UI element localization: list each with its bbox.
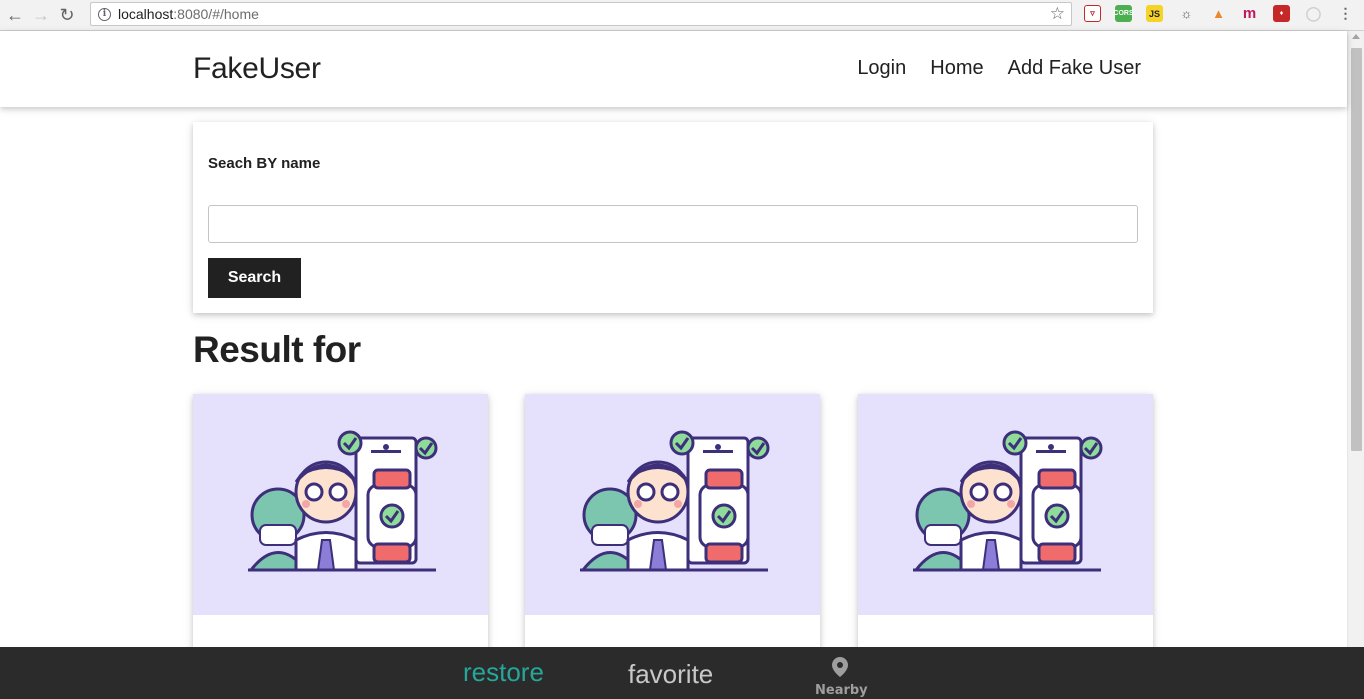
js-extension-icon[interactable]: JS — [1146, 5, 1163, 22]
user-illustration — [858, 394, 1153, 615]
nav-login-link[interactable]: Login — [857, 57, 906, 80]
puzzle-extension-icon[interactable]: ♦ — [1273, 5, 1290, 22]
address-bar[interactable]: i localhost:8080/#/home ☆ — [90, 2, 1072, 26]
bottom-nav-restore[interactable]: restore — [463, 657, 544, 688]
nav-add-fake-user-link[interactable]: Add Fake User — [1008, 57, 1141, 80]
info-icon[interactable]: i — [98, 7, 111, 21]
user-card[interactable] — [193, 394, 488, 654]
app-header: FakeUser Login Home Add Fake User — [0, 31, 1347, 107]
nav-home-link[interactable]: Home — [930, 57, 983, 80]
user-card[interactable] — [525, 394, 820, 654]
disabled-extension-icon[interactable]: ◯ — [1305, 5, 1322, 22]
menu-icon[interactable]: ⋮ — [1337, 5, 1354, 22]
result-heading: Result for — [193, 329, 361, 370]
bottom-nav-nearby-label: Nearby — [815, 683, 868, 698]
reload-icon[interactable]: ↻ — [56, 4, 78, 26]
scrollbar-thumb[interactable] — [1351, 48, 1362, 451]
search-input[interactable] — [208, 205, 1138, 243]
bottom-nav: restore favorite Nearby — [0, 647, 1364, 699]
user-card[interactable] — [858, 394, 1153, 654]
doctor-illustration-icon — [912, 430, 1102, 571]
url-host: localhost — [118, 6, 174, 22]
url-text: localhost:8080/#/home — [118, 6, 259, 22]
url-path: :8080/#/home — [173, 6, 259, 22]
search-button[interactable]: Search — [208, 258, 301, 298]
pocket-extension-icon[interactable]: ▿ — [1084, 5, 1101, 22]
eye-extension-icon[interactable]: ☼ — [1178, 5, 1195, 22]
doctor-illustration-icon — [247, 430, 437, 571]
cors-extension-icon[interactable]: CORS — [1113, 5, 1134, 22]
back-icon[interactable]: ← — [4, 4, 26, 26]
user-illustration — [193, 394, 488, 615]
scroll-up-arrow-icon[interactable] — [1352, 34, 1360, 39]
user-illustration — [525, 394, 820, 615]
location-pin-icon — [832, 657, 848, 677]
search-card: Seach BY name Search — [193, 122, 1153, 313]
doctor-illustration-icon — [579, 430, 769, 571]
brand-logo[interactable]: FakeUser — [193, 52, 321, 86]
main-nav: Login Home Add Fake User — [857, 57, 1141, 80]
forward-icon[interactable]: → — [30, 4, 52, 26]
metamask-extension-icon[interactable]: ▲ — [1210, 5, 1227, 22]
search-label: Seach BY name — [208, 155, 321, 172]
page-scrollbar[interactable] — [1347, 31, 1364, 647]
bookmark-star-icon[interactable]: ☆ — [1050, 4, 1065, 24]
browser-toolbar: ← → ↻ i localhost:8080/#/home ☆ ▿ CORS J… — [0, 0, 1364, 31]
bottom-nav-nearby[interactable]: Nearby — [815, 657, 868, 698]
bottom-nav-favorite[interactable]: favorite — [628, 659, 713, 690]
m-extension-icon[interactable]: m — [1241, 5, 1258, 22]
